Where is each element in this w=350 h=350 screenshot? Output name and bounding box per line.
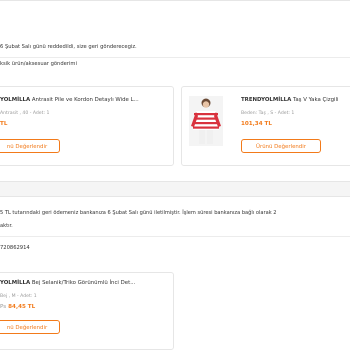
product-price-2: 101,34 TL [241, 121, 272, 127]
product-name-1: Antrasit Pile ve Kordon Detaylı Wide L..… [31, 97, 139, 103]
product-brand-3: YOLMİLLA [0, 280, 31, 286]
divider [0, 57, 350, 58]
product-meta-3: Bej , M - Adet: 1 [0, 294, 37, 299]
rate-product-button-2[interactable]: Ürünü Değerlendir [241, 139, 321, 153]
product-brand-2: TRENDYOLMİLLA [241, 97, 292, 103]
product-name-3: Bej Selanik/Triko Görünümlü İnci Det... [31, 280, 136, 286]
rejection-message: 6 Şubat Salı günü reddedildi, size geri … [0, 44, 137, 50]
product-meta-1: Antrasit , 40 - Adet: 1 [0, 111, 50, 116]
rate-product-button-3[interactable]: nü Değerlendir [0, 320, 60, 334]
divider [0, 236, 350, 237]
product-meta-2: Beden: Taş , S - Adet: 1 [241, 111, 295, 116]
product-title-3[interactable]: YOLMİLLA Bej Selanik/Triko Görünümlü İnc… [0, 280, 135, 287]
rate-product-button-1[interactable]: nü Değerlendir [0, 139, 60, 153]
refund-message-line1: 5 TL tutarındaki geri ödemeniz bankanıza… [0, 210, 277, 216]
product-image-2[interactable] [189, 96, 223, 146]
product-title-1[interactable]: YOLMİLLA Antrasit Pile ve Kordon Detaylı… [0, 97, 139, 104]
order-detail-page: 6 Şubat Salı günü reddedildi, size geri … [0, 0, 350, 350]
reference-code: 720862914 [0, 245, 30, 251]
price-prefix: Ps [0, 304, 7, 310]
refund-message-line2: aktır. [0, 223, 13, 229]
rejection-reason: ksik ürün/aksesuar gönderimi [0, 61, 77, 67]
product-title-2[interactable]: TRENDYOLMİLLA Taş V Yaka Çizgili [241, 97, 339, 104]
price-value: 84,45 TL [8, 304, 36, 310]
product-brand-1: YOLMİLLA [0, 97, 31, 103]
striped-sweater-image [189, 96, 223, 146]
product-price-1: TL [0, 121, 8, 127]
product-price-3: Ps 84,45 TL [0, 304, 35, 311]
product-name-2: Taş V Yaka Çizgili [292, 97, 339, 103]
